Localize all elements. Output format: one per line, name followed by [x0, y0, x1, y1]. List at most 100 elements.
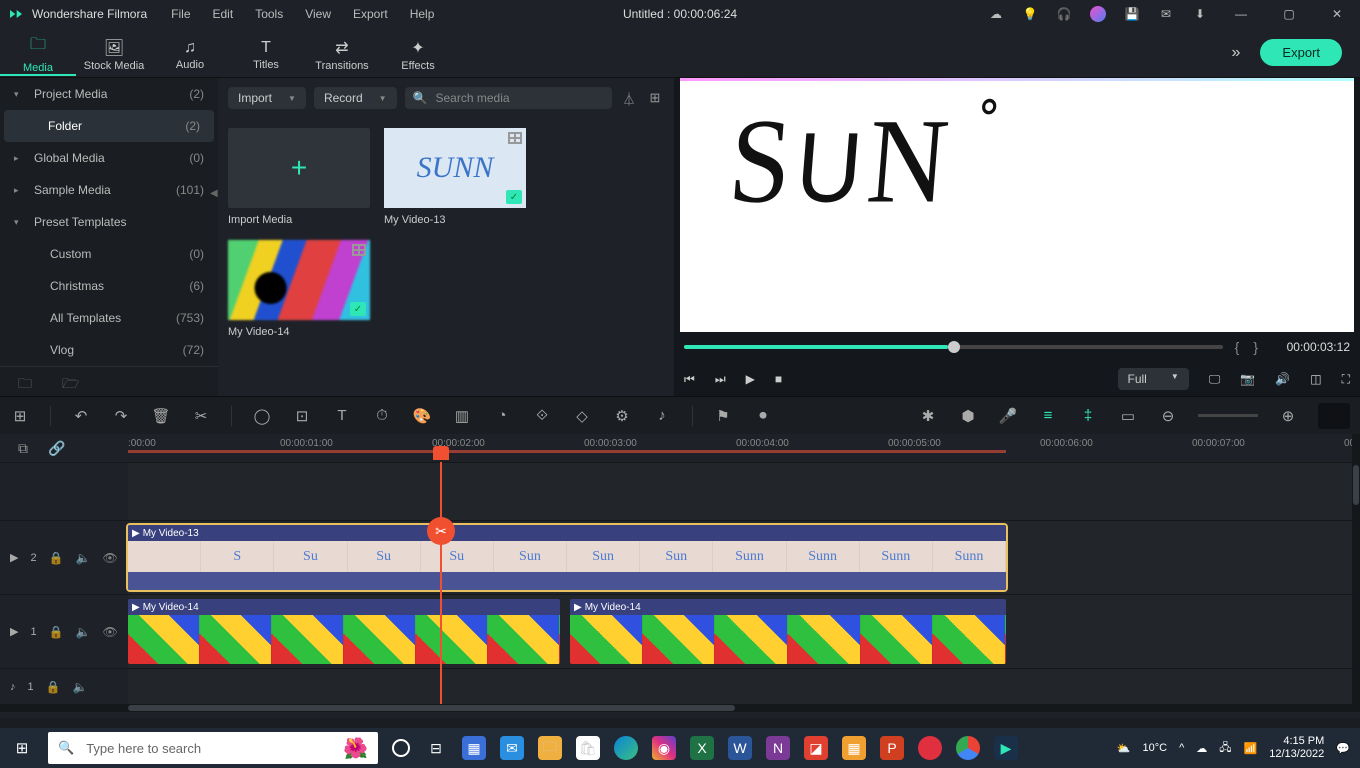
sidebar-item-vlog[interactable]: Vlog(72) [0, 334, 218, 366]
tray-chevron-icon[interactable]: ^ [1179, 742, 1184, 754]
mail-icon[interactable]: ✉ [500, 736, 524, 760]
tray-battery-icon[interactable]: 🖧 [1219, 739, 1231, 758]
temperature[interactable]: 10°C [1143, 742, 1168, 754]
powerpoint-icon[interactable]: P [880, 736, 904, 760]
filmora-icon[interactable]: ▶ [994, 736, 1018, 760]
snapshot-icon[interactable]: 📷 [1240, 372, 1255, 386]
collapse-sidebar-icon[interactable]: ◀ [210, 188, 218, 202]
compare-icon[interactable]: ◫ [1310, 372, 1321, 386]
mic-icon[interactable]: 🎤 [998, 407, 1018, 425]
app2-icon[interactable]: ◪ [804, 736, 828, 760]
magnet-icon[interactable]: ⬢ [958, 407, 978, 425]
minimize-button[interactable]: — [1226, 7, 1256, 21]
zoom-out-icon[interactable]: ⊖ [1158, 407, 1178, 425]
task-view-icon[interactable]: ⊟ [424, 736, 448, 760]
hide-icon[interactable]: 👁 [103, 625, 118, 639]
cloud-icon[interactable]: ☁ [988, 6, 1004, 22]
clip-video14-a[interactable]: ▶My Video-14 [128, 599, 560, 664]
lock-icon[interactable]: 🔒 [49, 551, 64, 565]
app3-icon[interactable]: ▦ [842, 736, 866, 760]
mute-icon[interactable]: 🔈 [76, 551, 91, 565]
tab-audio[interactable]: ♫Audio [152, 35, 228, 71]
select-icon[interactable]: ⊞ [10, 407, 30, 425]
word-icon[interactable]: W [728, 736, 752, 760]
menu-tools[interactable]: Tools [255, 7, 283, 21]
sidebar-item-project-media[interactable]: ▾Project Media(2) [0, 78, 218, 110]
grid-view-icon[interactable]: ⊞ [646, 90, 664, 106]
chrome-icon[interactable] [956, 736, 980, 760]
duplicate-icon[interactable]: ⧉ [18, 440, 28, 457]
fit-icon[interactable]: ▭ [1118, 407, 1138, 425]
quality-dropdown[interactable]: Full▼ [1118, 368, 1189, 390]
play-button[interactable]: ▶ [746, 372, 755, 386]
media-item-video14[interactable]: ✓ My Video-14 [228, 240, 370, 338]
menu-export[interactable]: Export [353, 7, 388, 21]
fullscreen-icon[interactable]: ⛶ [1342, 372, 1350, 387]
volume-icon[interactable]: 🔊 [1275, 372, 1290, 386]
next-frame-button[interactable]: ⏭ [715, 372, 726, 387]
adjust-icon[interactable]: ⚙ [612, 407, 632, 425]
timeline-v-scrollbar[interactable] [1352, 434, 1360, 710]
weather-icon[interactable]: ⛅ [1117, 742, 1131, 755]
preview-canvas[interactable]: SUN ˚ [680, 78, 1354, 332]
mixer-icon[interactable]: ≡ [1038, 407, 1058, 424]
import-dropdown[interactable]: Import▼ [228, 87, 306, 109]
new-folder-icon[interactable]: 🗀 [18, 373, 32, 390]
save-icon[interactable]: 💾 [1124, 6, 1140, 22]
redo-icon[interactable]: ↷ [111, 407, 131, 425]
store-icon[interactable]: 🛍 [576, 736, 600, 760]
taskbar-clock[interactable]: 4:15 PM 12/13/2022 [1269, 735, 1324, 761]
headphones-icon[interactable]: 🎧 [1056, 6, 1072, 22]
timeline-layout-icon[interactable] [1318, 403, 1350, 429]
scissor-icon[interactable]: ✂ [427, 517, 455, 545]
import-media-tile[interactable]: + Import Media [228, 128, 370, 226]
crop-icon[interactable]: ⊡ [292, 407, 312, 425]
speed-icon[interactable]: ⏱ [372, 407, 392, 424]
sidebar-item-all-templates[interactable]: All Templates(753) [0, 302, 218, 334]
tracking-icon[interactable]: ⟐ [532, 407, 552, 424]
sidebar-item-sample-media[interactable]: ▸Sample Media(101) [0, 174, 218, 206]
stop-button[interactable]: ■ [775, 372, 782, 386]
tab-stock-media[interactable]: 🖼Stock Media [76, 34, 152, 72]
close-button[interactable]: ✕ [1322, 7, 1352, 21]
menu-edit[interactable]: Edit [213, 7, 234, 21]
opera-icon[interactable] [918, 736, 942, 760]
menu-file[interactable]: File [171, 7, 190, 21]
start-button[interactable]: ⊞ [0, 739, 44, 757]
message-icon[interactable]: ✉ [1158, 6, 1174, 22]
more-tabs-button[interactable]: » [1232, 44, 1241, 62]
snap-icon[interactable]: ‡ [1078, 407, 1098, 424]
hide-icon[interactable]: 👁 [103, 551, 118, 565]
lock-icon[interactable]: 🔒 [46, 680, 61, 694]
tab-media[interactable]: 🗀Media [0, 29, 76, 76]
sidebar-item-preset-templates[interactable]: ▾Preset Templates [0, 206, 218, 238]
delete-icon[interactable]: 🗑 [151, 407, 171, 425]
profile-icon[interactable] [1090, 6, 1106, 22]
cortana-icon[interactable] [392, 739, 410, 757]
prev-frame-button[interactable]: ⏮ [684, 372, 695, 387]
tray-onedrive-icon[interactable]: ☁ [1196, 742, 1207, 755]
maximize-button[interactable]: ▢ [1274, 7, 1304, 21]
greenscreen-icon[interactable]: ▥ [452, 407, 472, 425]
text-icon[interactable]: T [332, 407, 352, 424]
marker-icon[interactable]: ⚑ [713, 407, 733, 425]
sidebar-item-christmas[interactable]: Christmas(6) [0, 270, 218, 302]
zoom-slider[interactable] [1198, 414, 1258, 417]
record-dropdown[interactable]: Record▼ [314, 87, 397, 109]
mark-out-button[interactable]: } [1253, 339, 1258, 355]
display-icon[interactable]: 🖵 [1209, 372, 1221, 387]
color-icon[interactable]: 🎨 [412, 407, 432, 425]
mask-icon[interactable]: ◯ [252, 407, 272, 425]
zoom-in-icon[interactable]: ⊕ [1278, 407, 1298, 425]
mark-in-button[interactable]: { [1235, 339, 1240, 355]
folder-open-icon[interactable]: 🗁 [62, 373, 79, 390]
clip-video14-b[interactable]: ▶My Video-14 [570, 599, 1006, 664]
filter-icon[interactable]: ⏃ [620, 89, 638, 108]
timeline-h-scrollbar[interactable] [0, 704, 1360, 712]
mute-icon[interactable]: 🔈 [76, 625, 91, 639]
instagram-icon[interactable]: ◉ [652, 736, 676, 760]
tab-titles[interactable]: TTitles [228, 35, 304, 71]
preview-scrubber[interactable] [684, 345, 1223, 349]
excel-icon[interactable]: X [690, 736, 714, 760]
mute-icon[interactable]: 🔈 [73, 680, 88, 694]
